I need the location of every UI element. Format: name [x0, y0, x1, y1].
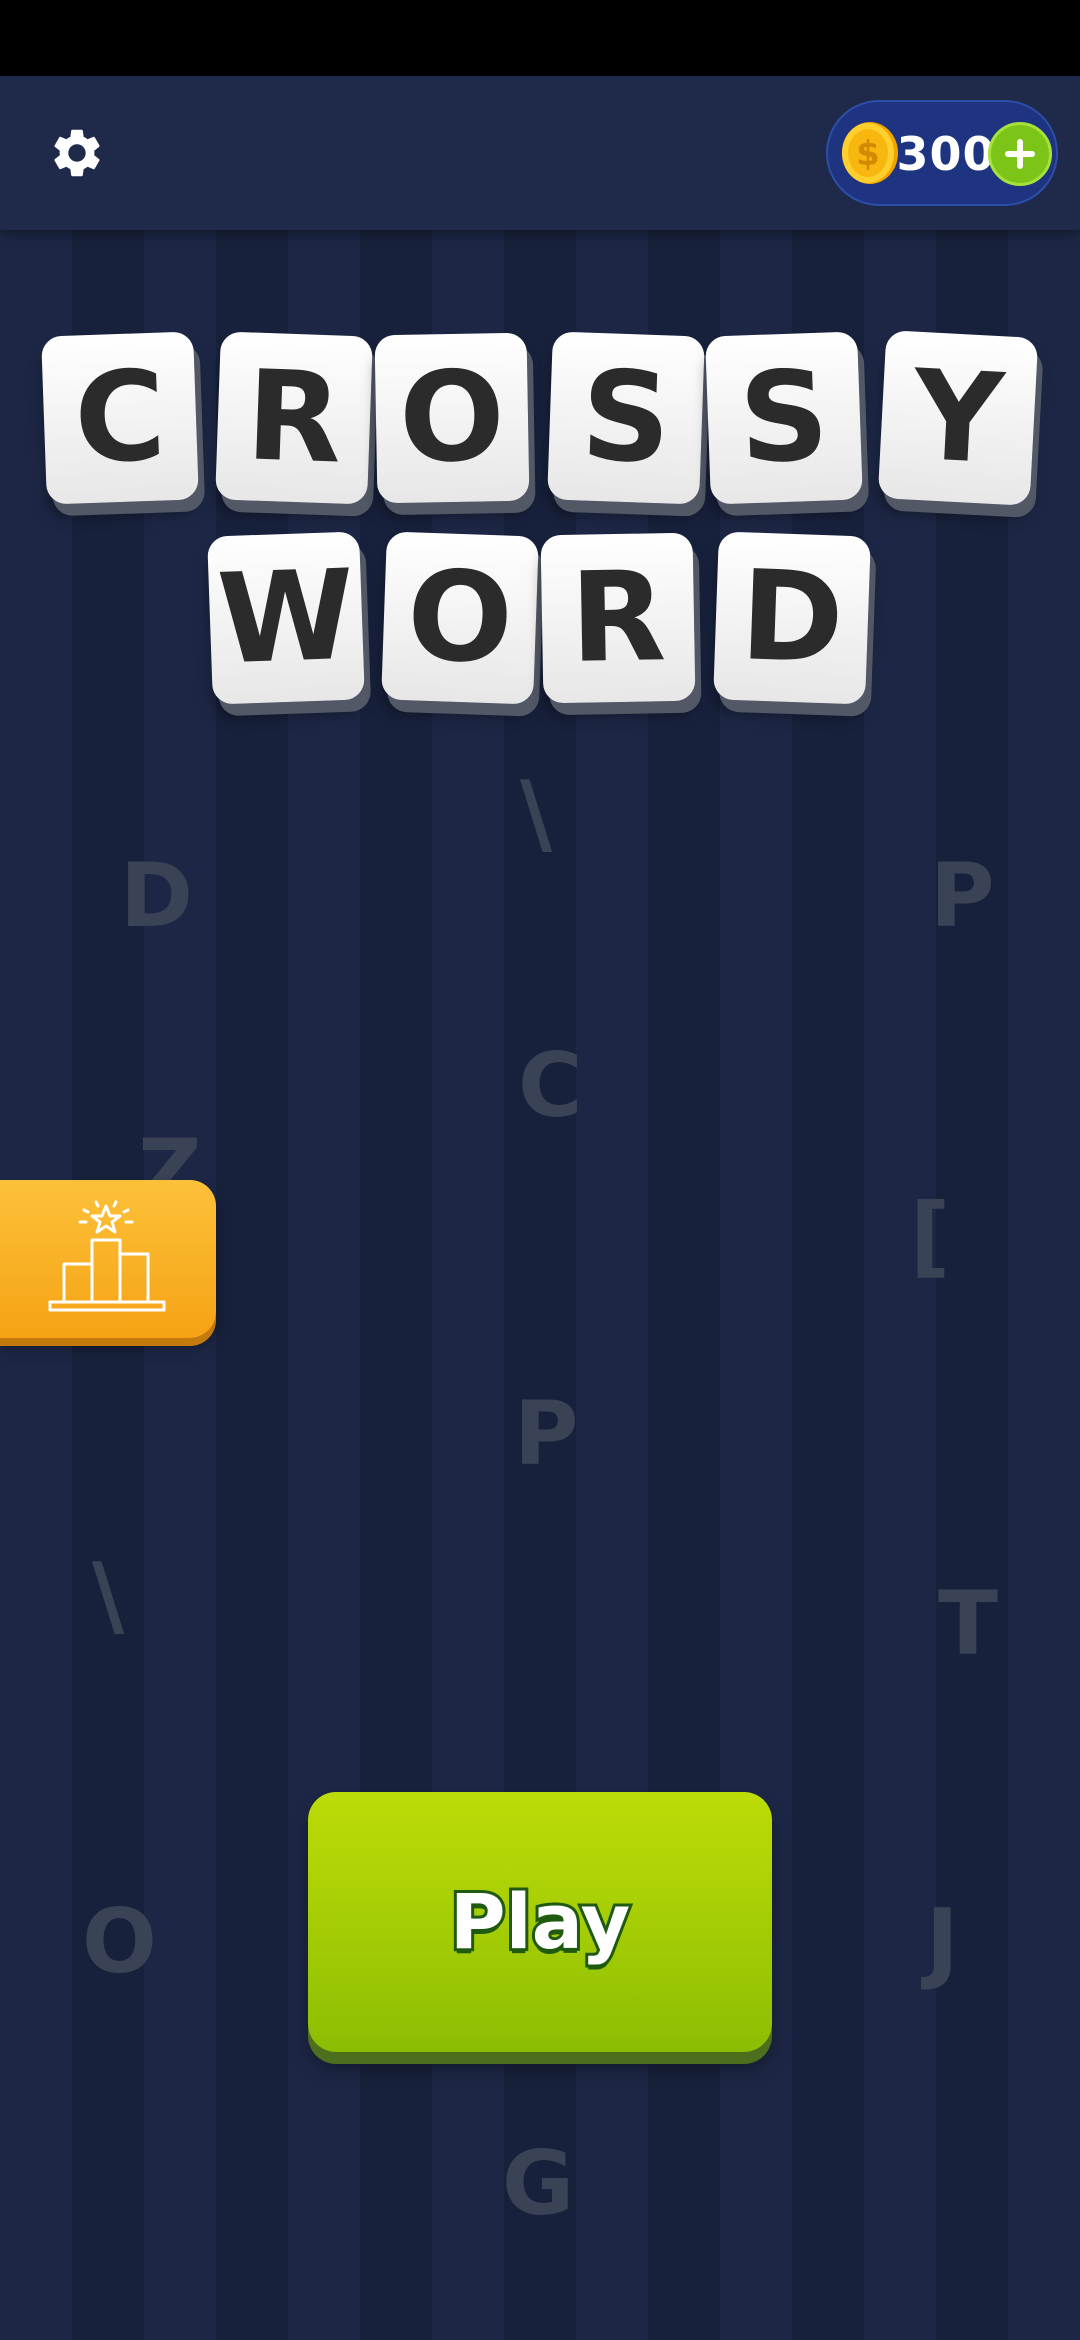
bg-letter: T [938, 1572, 999, 1675]
add-coins-button[interactable] [988, 122, 1052, 186]
settings-button[interactable] [46, 122, 108, 184]
play-label: Play [447, 1877, 633, 1966]
coin-balance: $ 300 [826, 100, 1058, 206]
bg-letter: P [930, 844, 995, 947]
logo-tile: S [705, 331, 863, 505]
coin-count: 300 [896, 127, 996, 181]
bg-letter: O [82, 1890, 157, 1993]
bg-letter: C [518, 1034, 583, 1137]
gear-icon [54, 129, 100, 177]
play-button[interactable]: Play [308, 1792, 772, 2052]
leaderboard-button[interactable] [0, 1180, 216, 1338]
podium-star-icon [48, 1200, 166, 1312]
svg-text:$: $ [856, 134, 880, 174]
logo-tile: C [41, 331, 199, 505]
logo-tile: O [381, 531, 539, 705]
logo-tile: R [540, 532, 696, 704]
status-bar [0, 0, 1080, 76]
logo-tile: R [215, 331, 373, 505]
bg-letter: D [120, 844, 194, 947]
bg-letter: J [926, 1890, 959, 1993]
bg-letter: P [514, 1382, 579, 1485]
gold-coin-icon: $ [842, 122, 898, 184]
logo-tile: S [547, 331, 705, 505]
bg-letter: \ [92, 1544, 125, 1647]
logo-tile: W [207, 531, 365, 705]
bg-letter: G [502, 2132, 575, 2235]
logo-tile: O [374, 332, 530, 504]
logo-tile: Y [877, 330, 1039, 506]
bg-letter: \ [520, 762, 553, 865]
logo-tile: D [713, 531, 871, 705]
bg-letter: [ [910, 1184, 951, 1287]
